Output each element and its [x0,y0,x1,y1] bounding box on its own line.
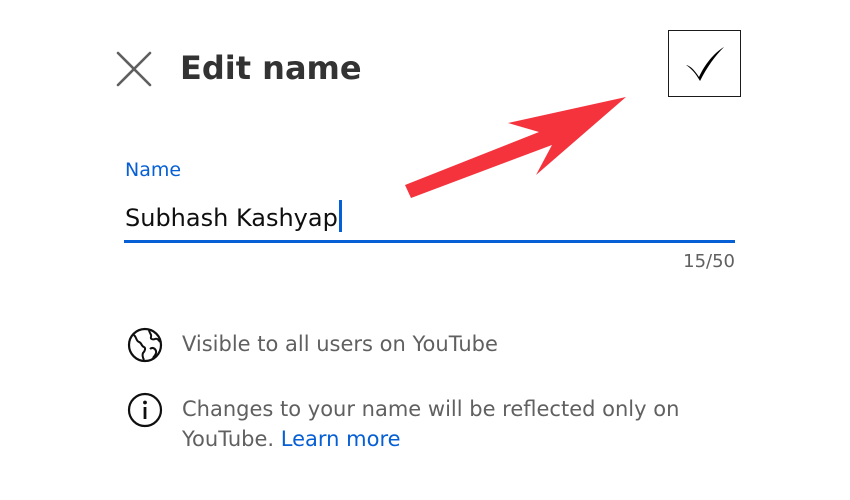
page-title: Edit name [180,49,362,87]
visibility-text: Visible to all users on YouTube [182,332,498,356]
changes-info: Changes to your name will be reflected o… [127,392,702,454]
close-button[interactable] [113,48,155,90]
globe-icon [127,327,163,363]
name-input[interactable]: Subhash Kashyap [124,196,735,246]
learn-more-link[interactable]: Learn more [281,427,401,451]
checkmark-icon [685,46,724,81]
name-input-text: Subhash Kashyap [125,204,338,232]
close-icon [116,51,152,87]
text-caret [338,200,342,232]
changes-text: Changes to your name will be reflected o… [182,394,702,454]
changes-text-body: Changes to your name will be reflected o… [182,397,680,451]
info-icon [127,392,163,428]
name-field-label: Name [125,159,182,181]
character-counter: 15/50 [683,251,735,272]
name-input-value: Subhash Kashyap [125,200,342,235]
visibility-info: Visible to all users on YouTube [127,327,702,363]
name-input-underline [124,240,735,243]
red-arrow-icon [405,97,626,198]
save-button[interactable] [668,30,741,97]
